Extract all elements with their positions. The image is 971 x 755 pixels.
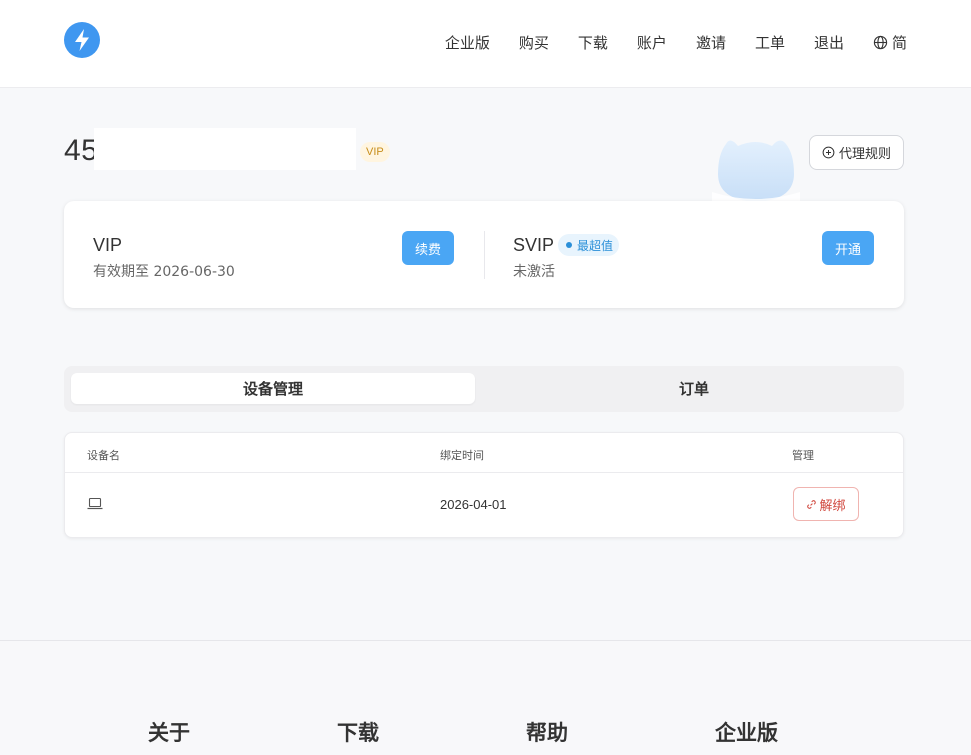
footer-help[interactable]: 帮助	[526, 717, 568, 747]
tab-orders[interactable]: 订单	[491, 373, 897, 404]
link-icon	[807, 499, 817, 509]
best-value-badge: 最超值	[558, 234, 620, 256]
proxy-rules-button[interactable]: 代理规则	[809, 135, 904, 170]
mascot-illustration	[712, 140, 800, 204]
tab-devices[interactable]: 设备管理	[71, 373, 475, 404]
best-value-label: 最超值	[577, 238, 614, 253]
nav-ticket[interactable]: 工单	[755, 32, 785, 53]
section-tabs: 设备管理 订单	[64, 366, 904, 412]
svip-status: 未激活	[513, 264, 555, 280]
unbind-button[interactable]: 解绑	[793, 487, 859, 521]
column-header-device: 设备名	[87, 449, 120, 462]
nav-enterprise[interactable]: 企业版	[445, 32, 490, 53]
vip-plan: VIP 有效期至 2026-06-30 续费	[64, 201, 484, 308]
footer-enterprise[interactable]: 企业版	[715, 717, 778, 747]
devices-table: 设备名 绑定时间 管理 2026-04-01 解绑	[64, 432, 904, 538]
main-nav: 企业版 购买 下载 账户 邀请 工单 退出 简	[416, 28, 907, 56]
nav-invite[interactable]: 邀请	[696, 32, 726, 53]
globe-icon	[873, 35, 888, 49]
nav-download[interactable]: 下载	[578, 32, 608, 53]
language-switcher[interactable]: 简	[873, 32, 907, 53]
svip-plan: SVIP 未激活 开通	[484, 201, 904, 308]
svip-plan-name: SVIP	[513, 235, 555, 255]
proxy-rules-label: 代理规则	[838, 147, 891, 162]
vip-expiry: 有效期至 2026-06-30	[93, 264, 235, 280]
nav-logout[interactable]: 退出	[814, 32, 844, 53]
footer-about[interactable]: 关于	[148, 717, 190, 747]
header-divider	[65, 472, 903, 473]
top-header: 企业版 购买 下载 账户 邀请 工单 退出 简	[0, 0, 971, 88]
laptop-icon	[87, 497, 103, 510]
unbind-label: 解绑	[819, 498, 846, 514]
page-footer: 关于 下载 帮助 企业版	[0, 640, 971, 755]
column-header-bind-time: 绑定时间	[440, 449, 484, 462]
nav-buy[interactable]: 购买	[519, 32, 549, 53]
activate-button[interactable]: 开通	[822, 231, 874, 265]
vip-plan-name: VIP	[93, 235, 123, 255]
nav-account[interactable]: 账户	[637, 32, 667, 53]
plus-circle-icon	[822, 146, 835, 159]
renew-button[interactable]: 续费	[402, 231, 454, 265]
username-redacted	[94, 128, 356, 170]
vip-badge: VIP	[360, 142, 390, 162]
bolt-icon[interactable]	[64, 22, 100, 58]
language-label: 简	[891, 33, 907, 52]
column-header-manage: 管理	[792, 449, 814, 462]
footer-download[interactable]: 下载	[337, 717, 379, 747]
subscription-card: VIP 有效期至 2026-06-30 续费 SVIP 未激活 开通 最超值	[64, 201, 904, 308]
dot-icon	[566, 242, 572, 248]
device-bind-time: 2026-04-01	[440, 497, 507, 512]
